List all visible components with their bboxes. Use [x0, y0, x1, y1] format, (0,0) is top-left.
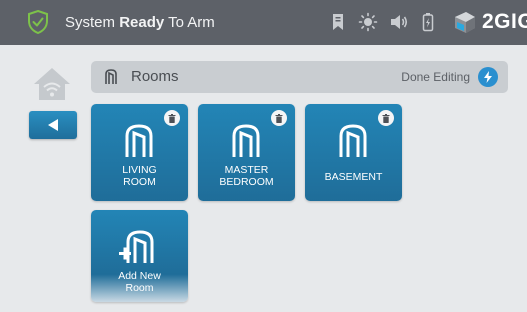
add-room-icon: [119, 230, 154, 263]
bookmark-icon[interactable]: [332, 12, 344, 32]
lightning-icon: [478, 67, 498, 87]
done-editing-label: Done Editing: [401, 70, 470, 84]
status-prefix: System: [65, 14, 120, 31]
home-wifi-icon[interactable]: [32, 66, 72, 102]
add-room-label-line1: Add New: [118, 270, 161, 282]
back-button[interactable]: [29, 111, 77, 139]
room-tile-basement[interactable]: BASEMENT: [305, 104, 402, 201]
room-door-icon: [105, 69, 117, 84]
trash-icon: [168, 113, 176, 123]
room-label-line1: LIVING: [122, 164, 157, 176]
room-label-line1: BASEMENT: [324, 171, 383, 183]
page-title: Rooms: [131, 68, 179, 85]
add-room-label-line2: Room: [125, 282, 154, 294]
room-label-line2: ROOM: [123, 176, 156, 188]
room-label-line2: BEDROOM: [219, 176, 274, 188]
top-status-bar: System Ready To Arm 2GIG: [0, 0, 527, 45]
room-tile-master-bedroom[interactable]: MASTER BEDROOM: [198, 104, 295, 201]
status-ready: Ready: [119, 14, 165, 31]
battery-icon: [422, 13, 434, 32]
brand-logo: 2GIG: [452, 9, 527, 35]
system-status-text: System Ready To Arm: [65, 0, 215, 45]
volume-icon[interactable]: [389, 12, 409, 32]
back-arrow-icon: [48, 119, 58, 131]
brand-name: 2GIG: [482, 10, 527, 33]
brightness-icon[interactable]: [358, 12, 378, 32]
room-door-icon: [125, 124, 153, 157]
room-door-icon: [339, 124, 367, 157]
room-tile-living-room[interactable]: LIVING ROOM: [91, 104, 188, 201]
trash-icon: [382, 113, 390, 123]
done-editing-button[interactable]: Done Editing: [401, 61, 498, 93]
rooms-header: Rooms Done Editing: [91, 61, 508, 93]
shield-check-icon: [28, 10, 48, 34]
delete-room-button[interactable]: [164, 110, 180, 126]
delete-room-button[interactable]: [271, 110, 287, 126]
room-label-line1: MASTER: [224, 164, 269, 176]
add-new-room-tile[interactable]: Add New Room: [91, 210, 188, 302]
room-door-icon: [232, 124, 260, 157]
delete-room-button[interactable]: [378, 110, 394, 126]
2gig-logo-icon: [455, 12, 475, 33]
trash-icon: [275, 113, 283, 123]
status-suffix: To Arm: [164, 14, 215, 31]
